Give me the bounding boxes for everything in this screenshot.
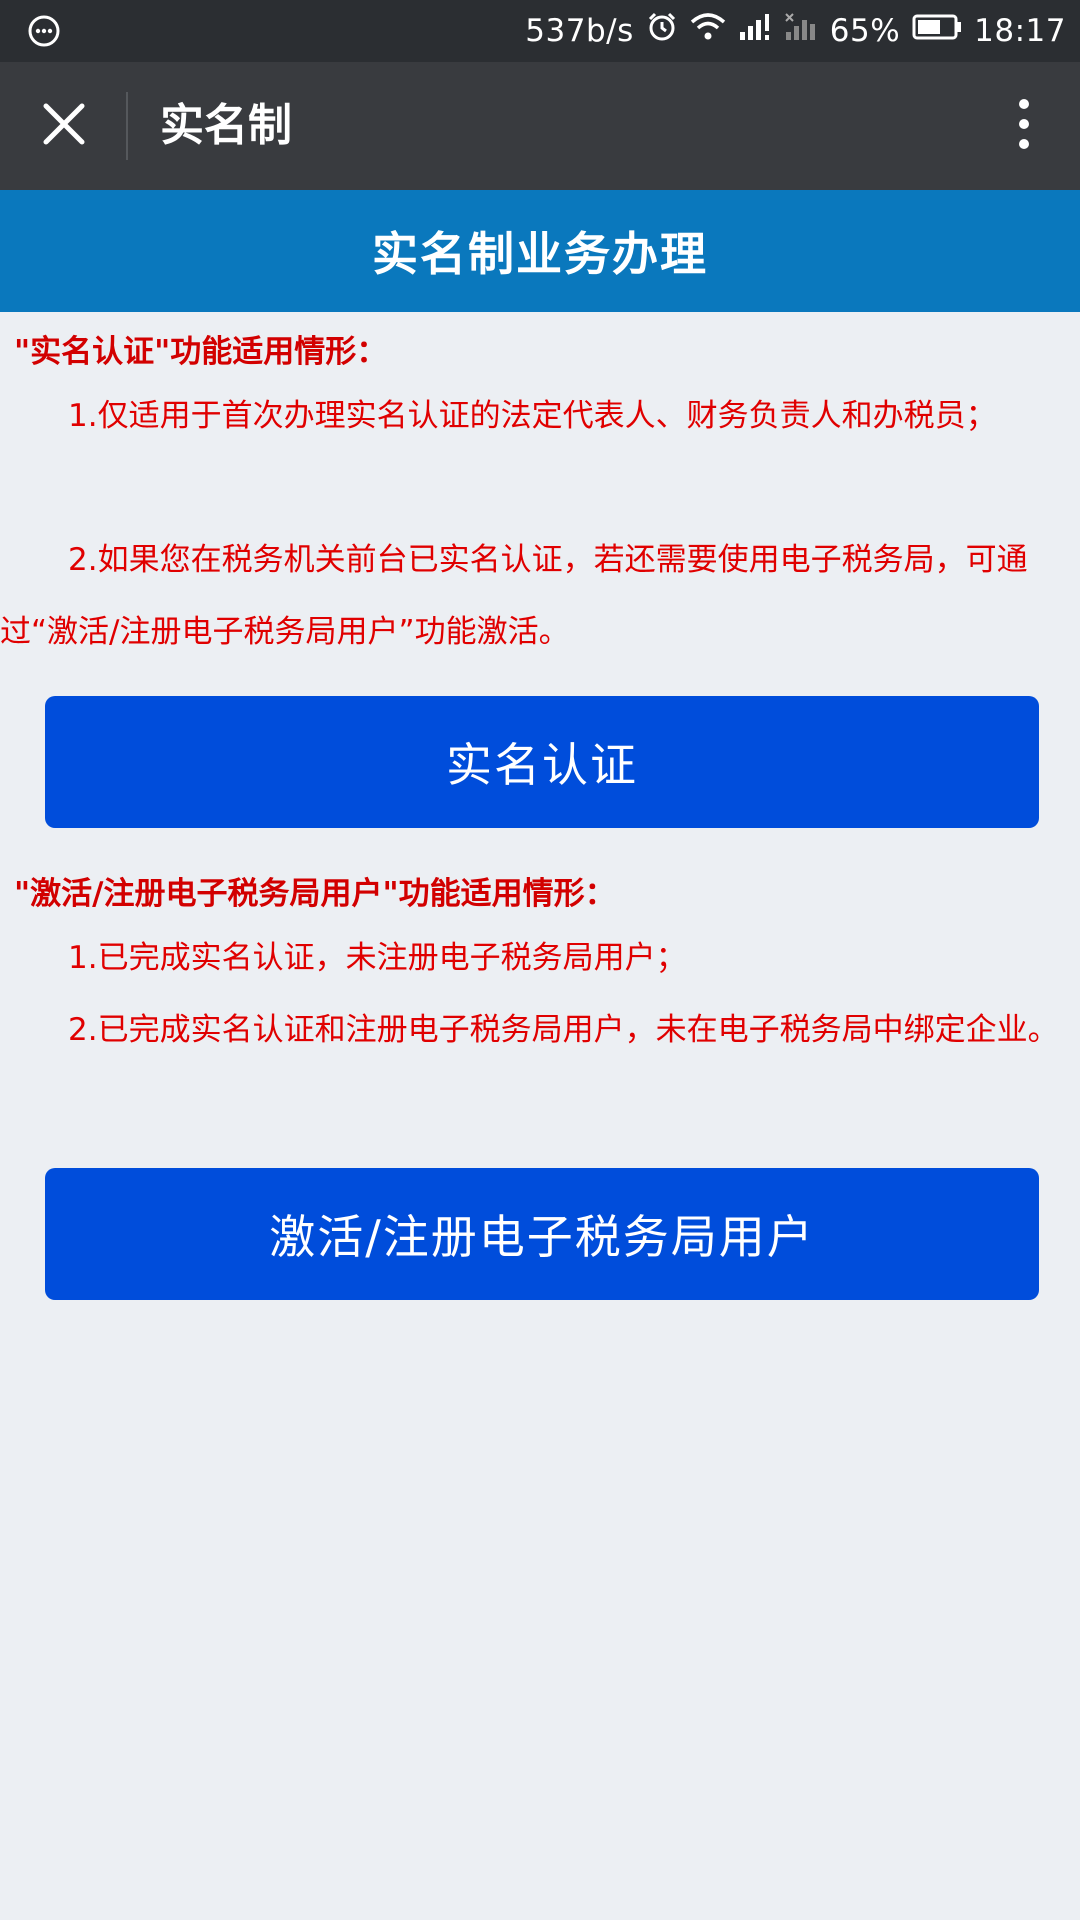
section1-item-2: 2.如果您在税务机关前台已实名认证，若还需要使用电子税务局，可通过“激活/注册电…: [0, 542, 1028, 650]
wifi-icon: [690, 12, 726, 50]
signal-no-service-icon: [784, 12, 818, 50]
battery-percent: 65%: [829, 13, 901, 49]
real-name-auth-button-label: 实名认证: [446, 738, 638, 792]
status-bar: 537b/s 65% 18:17: [0, 0, 1080, 62]
section1-title: "实名认证"功能适用情形：: [14, 334, 388, 370]
message-bubble-icon: [26, 13, 62, 49]
section2-item-2: 2.已完成实名认证和注册电子税务局用户，未在电子税务局中绑定企业。: [68, 1012, 1059, 1048]
page-title: 实名制: [160, 100, 292, 151]
more-options-button[interactable]: [986, 88, 1062, 164]
close-icon: [42, 102, 86, 150]
signal-icon: [738, 12, 772, 50]
section1-item-1: 1.仅适用于首次办理实名认证的法定代表人、财务负责人和办税员；: [68, 398, 997, 434]
activate-register-button-label: 激活/注册电子税务局用户: [269, 1210, 815, 1264]
section2-item-1: 1.已完成实名认证，未注册电子税务局用户；: [68, 940, 687, 976]
page-header: 实名制业务办理: [0, 190, 1080, 312]
activate-register-button[interactable]: 激活/注册电子税务局用户: [45, 1168, 1039, 1300]
battery-icon: [912, 13, 962, 49]
more-vertical-icon: [1018, 98, 1030, 154]
net-speed: 537b/s: [525, 13, 634, 49]
real-name-auth-button[interactable]: 实名认证: [45, 696, 1039, 828]
close-button[interactable]: [26, 88, 102, 164]
title-divider: [126, 92, 128, 160]
section2-title: "激活/注册电子税务局用户"功能适用情形：: [14, 876, 616, 912]
status-indicators: 537b/s 65% 18:17: [525, 0, 1066, 62]
page-header-title: 实名制业务办理: [372, 227, 708, 281]
clock: 18:17: [974, 13, 1066, 49]
title-bar: 实名制: [0, 62, 1080, 190]
alarm-icon: [646, 11, 678, 51]
